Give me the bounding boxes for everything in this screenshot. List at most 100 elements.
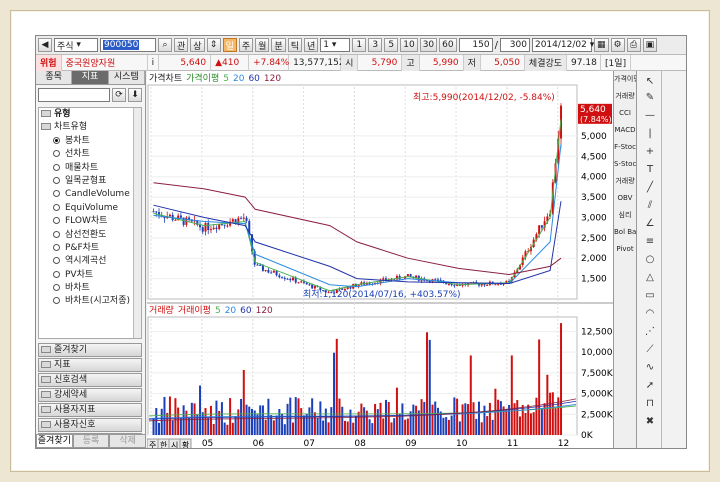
tree-scrollbar[interactable] [133,108,141,338]
cross-icon[interactable]: + [643,145,657,159]
chart-type-item[interactable]: 선차트 [39,148,141,161]
category-1[interactable]: 지표 [38,358,142,372]
chart-pane[interactable]: 가격차트 가격이평 5 20 60 120 거래량 거래이평 5 20 60 1… [147,71,613,448]
period-month-button[interactable]: 월 [255,38,270,52]
indicator-shortcut[interactable]: S-Stoc [614,160,636,168]
radio-button[interactable] [53,150,60,158]
tree-group[interactable]: 차트유형 [39,121,141,134]
chart-type-item[interactable]: 매물차트 [39,162,141,175]
radio-button[interactable] [53,163,60,171]
fibonacci-icon[interactable]: ≡ [643,235,657,249]
info-icon[interactable]: i [148,54,160,71]
search-icon[interactable]: ⌕ [158,38,172,52]
chart-type-item[interactable]: PV차트 [39,269,141,282]
chart-type-item[interactable]: FLOW차트 [39,215,141,228]
indicator-shortcut[interactable]: 거래량 [614,92,636,100]
updown-spinner-icon[interactable]: ⇕ [206,38,221,52]
radio-button[interactable] [53,257,60,265]
upper-button[interactable]: 상 [190,38,205,52]
timeframe-tab-label[interactable]: 주 [149,441,156,449]
gann-fan-icon[interactable]: ⋰ [643,325,657,339]
stock-chart-svg[interactable]: 0405060708091011125,0004,5004,0003,5003,… [147,71,613,449]
category-0[interactable]: 즐겨찾기 [38,343,142,357]
category-5[interactable]: 사용자신호 [38,418,142,432]
period-day-button[interactable]: 일 [222,38,237,52]
tab-indicators[interactable]: 지표 [72,71,109,84]
period-tick-button[interactable]: 틱 [287,38,302,52]
radio-button[interactable] [53,203,60,211]
rectangle-icon[interactable]: ▭ [643,289,657,303]
indicator-shortcut[interactable]: F-Stoc [614,143,636,151]
radio-button[interactable] [53,136,60,144]
favorites-tab[interactable]: 즐겨찾기 [36,434,73,448]
download-icon[interactable]: ⬇ [128,88,142,102]
chart-type-item[interactable]: 바차트(시고저종) [39,295,141,308]
delete-drawing-icon[interactable]: ✖ [643,415,657,429]
radio-button[interactable] [53,270,60,278]
magnet-icon[interactable]: ⊓ [643,397,657,411]
indicator-shortcut[interactable]: 심리 [614,211,636,219]
triangle-icon[interactable]: △ [643,271,657,285]
interval-30-button[interactable]: 30 [419,38,438,52]
date-picker[interactable]: 2014/12/02 ▾ [531,38,594,52]
indicator-shortcut[interactable]: 거래량 [614,177,636,185]
market-select[interactable]: 주식 ▾ [54,38,98,52]
timeframe-tab-label[interactable]: 한 [160,441,168,449]
eraser-icon[interactable]: ✎ [643,91,657,105]
chart-type-item[interactable]: 일목균형표 [39,175,141,188]
radio-button[interactable] [53,243,60,251]
max-count-input[interactable]: 300 [499,38,530,52]
tab-stocks[interactable]: 종목 [36,71,73,84]
interval-select[interactable]: 1 ▾ [320,38,351,52]
interval-5-button[interactable]: 5 [384,38,399,52]
indicator-shortcut[interactable]: MACD [614,126,636,134]
timeframe-tab-label[interactable]: 황 [182,440,190,449]
arc-icon[interactable]: ◠ [643,307,657,321]
indicator-search-input[interactable] [38,88,110,102]
period-week-button[interactable]: 주 [238,38,254,52]
period-minute-button[interactable]: 분 [271,38,286,52]
circle-icon[interactable]: ○ [643,253,657,267]
chart-type-item[interactable]: P&F차트 [39,242,141,255]
chart-type-item[interactable]: EquiVolume [39,202,141,215]
chart-type-item[interactable]: 역시계곡선 [39,255,141,268]
chart-type-item[interactable]: CandleVolume [39,188,141,201]
count-input[interactable]: 150 [458,38,493,52]
interval-3-button[interactable]: 3 [368,38,383,52]
refresh-icon[interactable]: ⟳ [112,88,126,102]
delete-button[interactable]: 삭제 [109,434,147,448]
prev-arrow-icon[interactable]: ◀ [38,38,52,52]
category-3[interactable]: 강세약세 [38,388,142,402]
period-year-button[interactable]: 년 [303,38,319,52]
radio-button[interactable] [53,230,60,238]
trendline-icon[interactable]: ╱ [643,181,657,195]
grid-icon[interactable]: ▦ [593,38,609,52]
settings-icon[interactable]: ⚙ [610,38,625,52]
price-plot-area[interactable] [147,84,578,300]
chart-type-item[interactable]: 봉차트 [39,135,141,148]
stock-code-input[interactable]: 900050 [100,38,156,52]
radio-button[interactable] [53,217,60,225]
indicator-shortcut[interactable]: OBV [614,194,636,202]
timeframe-tab-label[interactable]: 시 [171,441,178,449]
interval-60-button[interactable]: 60 [439,38,457,52]
radio-button[interactable] [53,190,60,198]
vertical-line-icon[interactable]: | [643,127,657,141]
indicator-shortcut[interactable]: CCI [614,109,636,117]
text-icon[interactable]: T [643,163,657,177]
interval-10-button[interactable]: 10 [400,38,418,52]
parallel-line-icon[interactable]: ⫽ [643,199,657,213]
category-2[interactable]: 신호검색 [38,373,142,387]
register-button[interactable]: 등록 [72,434,110,448]
relation-button[interactable]: 관 [174,38,189,52]
cursor-icon[interactable]: ↖ [643,75,657,89]
print-icon[interactable]: ⎙ [626,38,641,52]
radio-button[interactable] [53,297,60,305]
indicator-shortcut[interactable]: 가격이평 [614,75,636,83]
category-4[interactable]: 사용자지표 [38,403,142,417]
tab-system[interactable]: 시스템 [108,71,145,84]
chart-type-item[interactable]: 삼선전환도 [39,229,141,242]
radio-button[interactable] [53,176,60,184]
indicator-shortcut[interactable]: Pivot [614,245,636,253]
arrow-icon[interactable]: ➚ [643,379,657,393]
